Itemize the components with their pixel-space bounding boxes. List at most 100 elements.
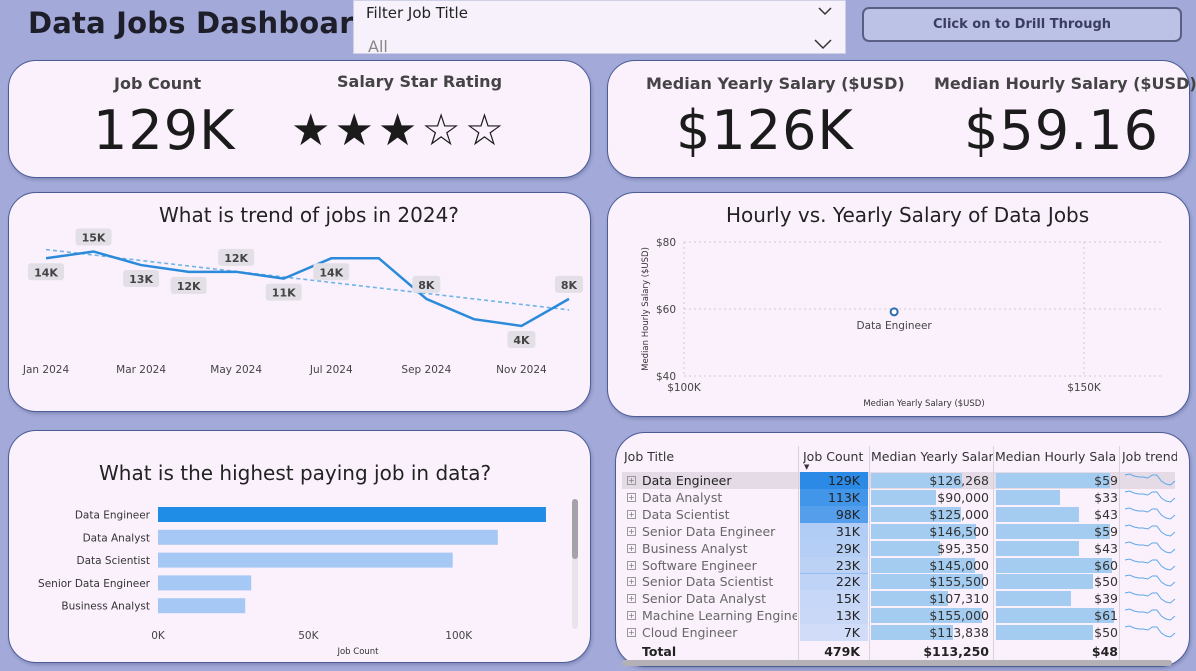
job-trend-sparkline [1124, 625, 1176, 638]
column-divider [993, 446, 994, 660]
job-trend-sparkline [1124, 507, 1176, 520]
table-row[interactable]: + Senior Data Scientist 22K $155,500 $50 [622, 573, 1176, 591]
table-row[interactable]: + Machine Learning Engineer 13K $155,000 $61 [622, 607, 1176, 625]
table-row[interactable]: + Software Engineer 23K $145,000 $60 [622, 556, 1176, 574]
bar [158, 598, 246, 614]
expand-icon[interactable]: + [627, 577, 636, 587]
x-tick-label: $150K [1067, 382, 1102, 394]
job-title-cell: Senior Data Engineer [642, 523, 776, 539]
median-hourly-label: Median Hourly Salary ($USD) [934, 74, 1196, 93]
table-header-row: Job Title Job Count Median Yearly Salary Me… [622, 448, 1177, 465]
job-title-cell: Senior Data Scientist [642, 574, 774, 590]
sparkline-path [1124, 557, 1176, 571]
total-hourly: $48 [1091, 644, 1118, 659]
median-yearly-cell: $145,000 [929, 557, 989, 573]
table-row[interactable]: + Senior Data Engineer 31K $146,500 $59 [622, 522, 1176, 540]
sparkline-path [1124, 574, 1176, 587]
dashboard-title: Data Jobs Dashboard [28, 6, 375, 40]
chevron-down-icon[interactable] [817, 3, 833, 19]
data-label: 14K [319, 266, 343, 279]
expand-icon[interactable]: + [627, 476, 636, 485]
job-title-cell: Cloud Engineer [642, 625, 738, 641]
job-count-cell: 7K [800, 624, 868, 642]
column-divider [869, 446, 870, 660]
expand-icon[interactable]: + [627, 611, 636, 621]
data-label: 12K [224, 252, 248, 265]
x-tick-label: 0K [151, 630, 166, 642]
expand-icon[interactable]: + [627, 560, 636, 570]
table-total-row: Total 479K $113,250 $48 [622, 643, 1175, 660]
column-header[interactable]: Median Yearly Salary [871, 448, 993, 465]
job-count-value: 129K [93, 99, 236, 162]
median-hourly-cell: $59 [1094, 473, 1118, 488]
bar [158, 507, 546, 522]
job-trend-sparkline [1124, 591, 1176, 604]
bar-category-label: Data Analyst [83, 532, 150, 544]
median-hourly-cell: $33 [1094, 489, 1118, 505]
x-axis-label: Job Count [336, 647, 379, 657]
job-trend-sparkline [1124, 608, 1176, 621]
job-title-filter[interactable]: Filter Job Title All [353, 0, 846, 56]
column-header[interactable]: Job Title [624, 448, 746, 465]
x-tick-label: Jul 2024 [309, 364, 353, 376]
expand-icon[interactable]: + [627, 594, 636, 604]
x-tick-label: Sep 2024 [401, 364, 451, 376]
salary-scatter-chart[interactable]: $80$60$40$100K $150KMedian Yearly Salary … [608, 193, 1191, 418]
expand-icon[interactable]: + [627, 526, 636, 536]
job-count-cell: 98K [800, 505, 868, 523]
data-label: 15K [82, 232, 106, 245]
job-title-cell: Senior Data Analyst [642, 591, 767, 607]
job-count-cell: 129K [800, 472, 868, 489]
data-label: 8K [561, 279, 578, 292]
expand-icon[interactable]: + [627, 628, 636, 638]
kpi-card-left: Job Count 129K Salary Star Rating ★★★☆☆ [8, 60, 591, 178]
highest-paying-bar-chart[interactable]: Data Engineer Data Analyst Data Scientist S… [9, 431, 592, 664]
data-label: 12K [177, 280, 201, 293]
scrollbar-thumb [572, 499, 578, 559]
x-tick-label: $100K [667, 382, 702, 394]
job-title-cell: Machine Learning Engineer [642, 608, 797, 624]
table-row[interactable]: + Cloud Engineer 7K $113,838 $50 [622, 624, 1176, 642]
table-row[interactable]: + Data Analyst 113K $90,000 $33 [622, 488, 1176, 506]
job-trend-sparkline [1124, 473, 1176, 486]
total-yearly: $113,250 [923, 644, 989, 659]
expand-icon[interactable]: + [627, 509, 636, 519]
job-trend-line-chart[interactable]: 14K 15K 13K 12K 12K 11K 14K 8K 4K 8K Jan 2024 Mar 2… [9, 193, 592, 413]
job-trend-card: What is trend of jobs in 2024? 14K 15K 13K… [8, 192, 591, 412]
salary-rating-label: Salary Star Rating [337, 72, 503, 91]
bar-category-label: Data Engineer [75, 510, 151, 522]
column-divider [798, 446, 799, 660]
job-trend-sparkline [1124, 557, 1176, 571]
horizontal-scrollbar[interactable] [622, 660, 1172, 666]
drill-through-button[interactable]: Click on to Drill Through [862, 7, 1182, 42]
job-count-label: Job Count [114, 74, 202, 93]
median-hourly-value: $59.16 [964, 99, 1159, 162]
median-yearly-value: $126K [676, 99, 854, 162]
median-yearly-cell: $125,000 [929, 506, 989, 522]
median-hourly-cell: $50 [1094, 625, 1118, 641]
sparkline-path [1124, 473, 1176, 486]
x-tick-label: Jan 2024 [22, 364, 70, 376]
scatter-point [889, 307, 899, 317]
chevron-down-icon[interactable] [813, 35, 833, 53]
median-hourly-cell: $50 [1094, 574, 1118, 590]
column-header[interactable]: Job trend [1122, 448, 1177, 465]
column-header[interactable]: Median Hourly Salary [995, 448, 1117, 465]
job-count-cell: 31K [800, 522, 868, 540]
data-label: 11K [272, 287, 296, 300]
job-trend-sparkline [1124, 524, 1176, 537]
table-row[interactable]: + Data Scientist 98K $125,000 $43 [622, 505, 1176, 523]
median-yearly-label: Median Yearly Salary ($USD) [646, 74, 905, 93]
job-count-cell: 29K [800, 539, 868, 557]
table-row[interactable]: + Business Analyst 29K $95,350 $43 [622, 539, 1176, 557]
highest-paying-card: What is the highest paying job in data? … [8, 430, 591, 663]
expand-icon[interactable]: + [627, 492, 636, 502]
table-row[interactable]: + Senior Data Analyst 15K $107,310 $39 [622, 590, 1176, 608]
median-hourly-cell: $43 [1094, 540, 1118, 556]
sort-desc-icon[interactable]: ▼ [804, 463, 809, 471]
trend-series-line [45, 250, 570, 328]
job-trend-sparkline [1124, 490, 1176, 503]
expand-icon[interactable]: + [627, 543, 636, 553]
filter-value[interactable]: All [368, 37, 388, 56]
table-row[interactable]: + Data Engineer 129K $126,268 $59 [622, 472, 1176, 489]
